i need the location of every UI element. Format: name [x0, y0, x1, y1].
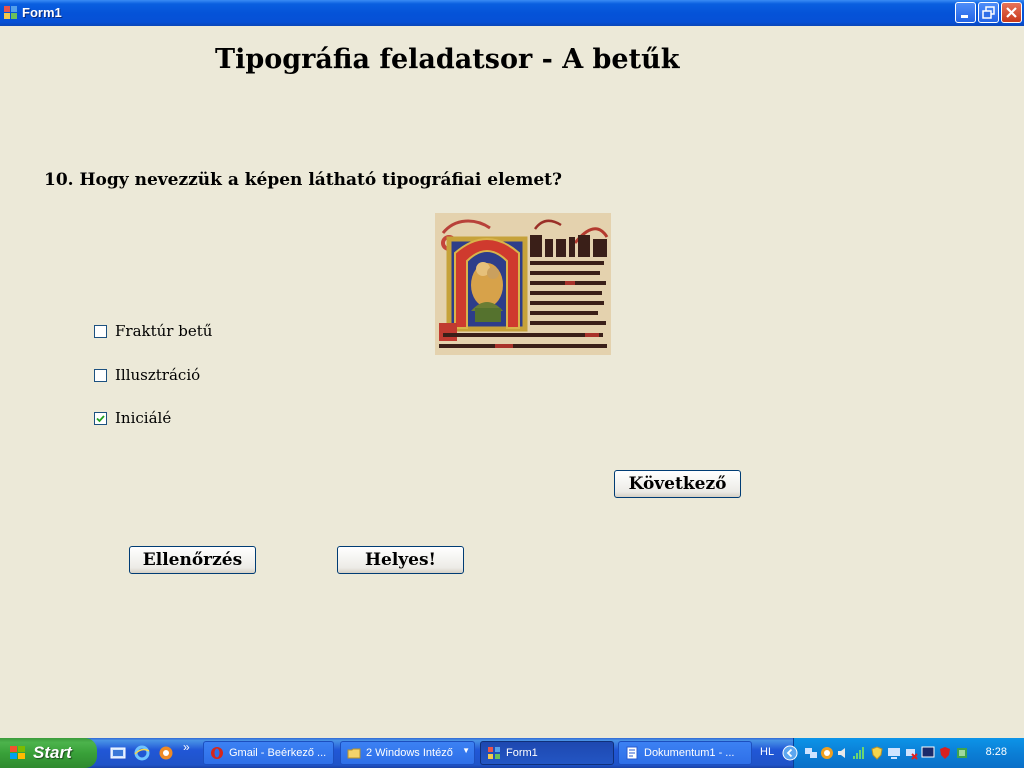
network-disconnected-icon[interactable]	[904, 746, 918, 760]
close-button[interactable]	[1001, 2, 1022, 23]
question-image	[435, 213, 611, 355]
taskbar: Start » Gmail - Beérkező ... 2 Windows I…	[0, 738, 1024, 768]
window-title: Form1	[22, 5, 62, 20]
monitor-icon[interactable]	[921, 746, 935, 760]
quick-launch-chevron[interactable]: »	[183, 740, 190, 754]
option-label: Fraktúr betű	[115, 322, 213, 340]
clock[interactable]: 8:28	[986, 746, 1007, 758]
minimize-button[interactable]	[955, 2, 976, 23]
task-gmail[interactable]: Gmail - Beérkező ...	[203, 741, 334, 765]
signal-strength-icon[interactable]	[852, 746, 866, 760]
option-inicialé[interactable]: Iniciálé	[94, 409, 171, 427]
show-desktop-icon[interactable]	[110, 745, 126, 761]
option-fraktur[interactable]: Fraktúr betű	[94, 322, 212, 340]
form-icon	[488, 747, 500, 759]
book-icon[interactable]	[955, 746, 969, 760]
folder-icon	[347, 748, 361, 759]
security-shield-icon[interactable]	[870, 746, 884, 760]
record-icon[interactable]	[820, 746, 834, 760]
group-dropdown-icon: ▼	[462, 746, 470, 755]
result-button[interactable]: Helyes!	[337, 546, 464, 574]
option-label: Iniciálé	[115, 409, 172, 427]
check-button[interactable]: Ellenőrzés	[129, 546, 256, 574]
tray-expand-icon[interactable]	[782, 745, 798, 761]
minimize-icon	[961, 15, 968, 18]
start-label: Start	[33, 743, 72, 762]
task-windows-explorer[interactable]: 2 Windows Intéző ▼	[340, 741, 475, 765]
fraktur-checkbox[interactable]	[94, 324, 107, 338]
media-player-icon[interactable]	[158, 745, 174, 761]
question-text: 10. Hogy nevezzük a képen látható tipogr…	[44, 170, 562, 190]
page-title: Tipográfia feladatsor - A betűk	[215, 44, 680, 75]
network-icon[interactable]	[804, 746, 818, 760]
illuminated-initial-image	[435, 213, 611, 355]
task-label: 2 Windows Intéző	[366, 747, 453, 759]
form-app-icon[interactable]	[4, 6, 18, 20]
system-tray: 8:28	[782, 738, 1024, 768]
checkmark-icon	[96, 414, 105, 422]
option-label: Illusztráció	[115, 366, 201, 384]
restore-icon	[982, 6, 995, 19]
next-button[interactable]: Következő	[614, 470, 741, 498]
antivirus-icon[interactable]	[938, 746, 952, 760]
opera-icon	[211, 747, 223, 759]
computer-icon[interactable]	[887, 746, 901, 760]
task-form1[interactable]: Form1	[480, 741, 614, 765]
option-illusztracio[interactable]: Illusztráció	[94, 366, 200, 384]
task-label: Dokumentum1 - ...	[644, 747, 735, 759]
internet-explorer-icon[interactable]	[134, 745, 150, 761]
start-button[interactable]: Start	[0, 738, 97, 768]
illusztracio-checkbox[interactable]	[94, 368, 107, 382]
restore-button[interactable]	[978, 2, 999, 23]
windows-logo-icon	[10, 746, 26, 760]
speaker-icon[interactable]	[836, 746, 850, 760]
task-label: Gmail - Beérkező ...	[229, 747, 327, 759]
task-label: Form1	[506, 747, 538, 759]
inicialé-checkbox[interactable]	[94, 411, 107, 425]
language-indicator[interactable]: HL	[760, 746, 774, 758]
title-bar[interactable]: Form1	[0, 0, 1024, 26]
close-icon	[1006, 7, 1017, 18]
word-icon	[626, 746, 638, 760]
task-word-document[interactable]: Dokumentum1 - ...	[618, 741, 752, 765]
